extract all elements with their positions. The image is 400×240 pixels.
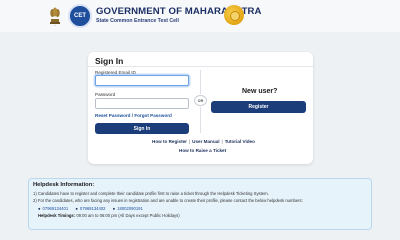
bullet-icon: ●: [75, 206, 78, 211]
or-divider-bottom: [200, 107, 201, 133]
helpdesk-line-2: 2) For the candidates, who are facing an…: [33, 198, 303, 203]
or-badge: OR: [194, 95, 207, 106]
org-subtitle: State Common Entrance Test Cell: [96, 18, 179, 24]
raise-ticket-link[interactable]: How to Raise a Ticket: [179, 148, 226, 153]
password-label: Password: [95, 92, 116, 97]
forgot-password-link[interactable]: Reset Password / Forgot Password: [95, 113, 172, 118]
timings-value: 09:00 am to 06:00 pm (All Days except Pu…: [76, 213, 180, 218]
how-to-register-link[interactable]: How to Register: [152, 139, 187, 144]
phone-number[interactable]: 07969134402: [80, 206, 106, 211]
email-field[interactable]: [95, 75, 189, 86]
svg-text:~: ~: [54, 25, 56, 28]
user-manual-link[interactable]: User Manual: [192, 139, 219, 144]
link-separator: |: [188, 139, 191, 144]
password-field[interactable]: [95, 98, 189, 109]
register-button[interactable]: Register: [211, 101, 306, 113]
phone-number[interactable]: 07969134401: [43, 206, 69, 211]
signin-button[interactable]: Sign In: [95, 123, 189, 134]
helpdesk-line-1: 1) Candidates have to register and compl…: [33, 191, 269, 196]
helpdesk-phones: ● 07969134401 ● 07969134402 ● 18002090191: [38, 206, 149, 211]
logo-text: CET: [74, 13, 86, 19]
helpdesk-timings: Helpdesk Timings: 09:00 am to 06:00 pm (…: [38, 213, 180, 218]
phone-number[interactable]: 18002090191: [117, 206, 143, 211]
cet-cell-logo: CET: [68, 4, 92, 28]
card-divider: [88, 66, 313, 67]
or-divider-top: [200, 70, 201, 94]
bullet-icon: ●: [112, 206, 116, 211]
help-links: How to Register | User Manual | Tutorial Vid…: [152, 139, 255, 144]
signin-title: Sign In: [95, 56, 124, 66]
helpdesk-title: Helpdesk Information:: [33, 182, 95, 188]
timings-label: Helpdesk Timings:: [38, 213, 76, 218]
bullet-icon: ●: [38, 206, 41, 211]
ashoka-emblem-icon: ~: [50, 7, 60, 28]
maharashtra-seal-icon: [224, 5, 244, 25]
tutorial-video-link[interactable]: Tutorial Video: [225, 139, 255, 144]
link-separator: |: [221, 139, 223, 144]
new-user-heading: New user?: [242, 88, 278, 95]
